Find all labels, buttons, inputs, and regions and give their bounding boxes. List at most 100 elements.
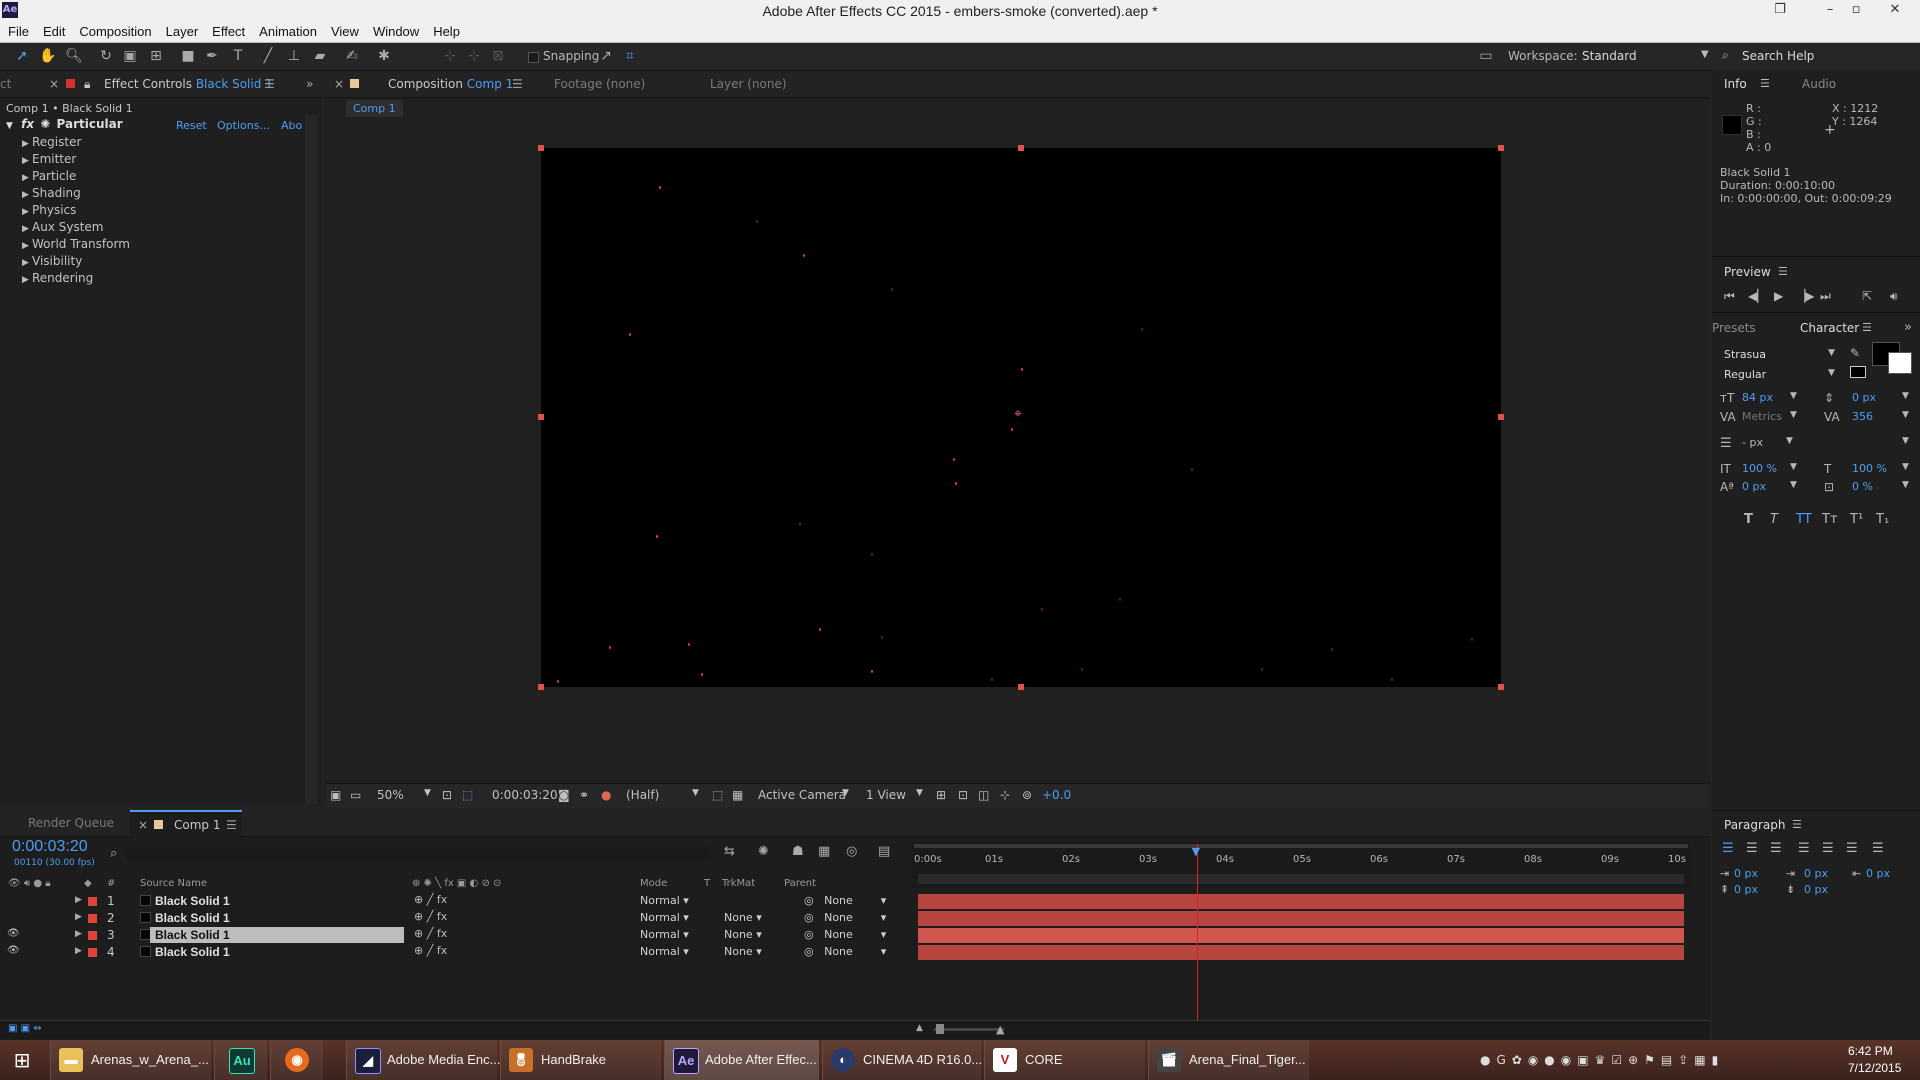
transform-handle[interactable]	[1018, 684, 1024, 690]
close-tab-icon[interactable]: ×	[49, 77, 59, 91]
motion-blur-icon[interactable]: ◎	[846, 844, 857, 859]
layer-row[interactable]: 👁︎ ▶ 4 Black Solid 1 ⊕ ╱ fx Normal ▾ Non…	[0, 944, 912, 961]
chevron-down-icon[interactable]: ▼	[424, 788, 431, 798]
stroke-style-chevron-icon[interactable]: ▼	[1902, 436, 1909, 446]
first-frame-icon[interactable]: ⏮	[1724, 289, 1735, 304]
fit-icon[interactable]: ⊡	[442, 788, 452, 802]
justify-center-icon[interactable]: ☰	[1822, 841, 1834, 856]
timeline-icon[interactable]: ◫	[978, 788, 989, 802]
work-area-bar[interactable]	[914, 844, 1688, 848]
menu-effect[interactable]: Effect	[204, 22, 251, 39]
taskbar-item-cinema4d[interactable]: ◐ CINEMA 4D R16.0...	[822, 1040, 982, 1080]
rotate-tool-icon[interactable]: ↻	[96, 47, 116, 65]
panel-menu-icon[interactable]: ☰	[1760, 77, 1770, 90]
leading-field[interactable]: 0 px	[1852, 391, 1876, 404]
taskbar-item-after-effects[interactable]: Ae Adobe After Effec...	[664, 1040, 819, 1080]
panel-menu-icon[interactable]: ☰	[226, 818, 237, 832]
reset-button[interactable]: Reset	[176, 119, 207, 132]
expand-triangle-icon[interactable]: ▶	[75, 912, 82, 922]
set-black-swatch[interactable]	[1850, 366, 1866, 378]
tsume-field[interactable]: 0 %	[1852, 480, 1873, 493]
expand-icon[interactable]: ▶	[22, 241, 32, 251]
zoom-in-icon[interactable]: ▲	[996, 1023, 1004, 1036]
font-family-select[interactable]: Strasua	[1724, 348, 1766, 361]
view-layout-select[interactable]: 1 View	[866, 788, 906, 802]
eyedropper-icon[interactable]: ✎	[1850, 346, 1860, 360]
layer-duration-bar[interactable]	[918, 894, 1684, 909]
layer-row[interactable]: ▶ 1 Black Solid 1 ⊕ ╱ fx Normal ▾ ◎ None…	[0, 893, 912, 910]
loop-icon[interactable]: ⇱	[1862, 289, 1872, 303]
trkmat-select[interactable]: None ▾	[724, 911, 762, 924]
label-color-icon[interactable]	[88, 948, 97, 957]
transform-handle[interactable]	[538, 145, 544, 151]
tab-render-queue[interactable]: Render Queue	[28, 816, 114, 830]
timeline-search-input[interactable]	[126, 846, 708, 860]
source-name-header[interactable]: Source Name	[140, 878, 207, 889]
menu-window[interactable]: Window	[365, 22, 425, 39]
trkmat-select[interactable]: None ▾	[724, 928, 762, 941]
justify-right-icon[interactable]: ☰	[1846, 841, 1858, 856]
menu-view[interactable]: View	[323, 22, 365, 39]
brush-tool-icon[interactable]: ╱	[258, 47, 278, 65]
snap-features-icon[interactable]: ⌗	[620, 47, 640, 65]
panel-menu-icon[interactable]: ☰	[1778, 265, 1788, 278]
group-emitter[interactable]: ▶ Emitter	[22, 152, 76, 166]
transform-handle[interactable]	[1498, 414, 1504, 420]
eye-icon[interactable]: 👁︎	[7, 928, 20, 939]
type-tool-icon[interactable]: T	[228, 47, 248, 65]
clock-date[interactable]: 7/12/2015	[1848, 1061, 1901, 1075]
system-tray-icons[interactable]: ●G✿◉●◉▣♛☑⊕⚑▤⇪▦▮	[1480, 1053, 1724, 1067]
group-physics[interactable]: ▶ Physics	[22, 203, 76, 217]
taskbar-item-core[interactable]: V CORE	[984, 1040, 1145, 1080]
panel-menu-icon[interactable]: ☰	[512, 77, 523, 91]
lock-icon[interactable]: 🔒︎	[84, 77, 90, 92]
chevron-down-icon[interactable]: ▼	[1902, 391, 1909, 401]
layer-duration-bar[interactable]	[918, 945, 1684, 960]
expand-triangle-icon[interactable]: ▼	[6, 121, 13, 131]
layer-switches-icons[interactable]: ⊕ ╱ fx	[414, 944, 447, 957]
chevron-down-icon[interactable]: ▼	[692, 788, 699, 798]
expand-icon[interactable]: ▶	[22, 258, 32, 268]
close-button[interactable]: ✕	[1878, 0, 1912, 22]
layer-switches-icons[interactable]: ⊕ ╱ fx	[414, 910, 447, 923]
tab-comp[interactable]: × Comp 1 ☰	[130, 810, 242, 838]
layer-name[interactable]: Black Solid 1	[155, 928, 230, 942]
next-frame-icon[interactable]: ▕▶	[1796, 289, 1814, 303]
chevron-down-icon[interactable]: ▼	[916, 788, 923, 798]
faux-bold-icon[interactable]: T	[1744, 512, 1753, 527]
selection-tool-icon[interactable]: ➚	[12, 47, 32, 65]
panel-menu-icon[interactable]: ☰	[264, 77, 275, 91]
group-register[interactable]: ▶ Register	[22, 135, 81, 149]
current-time-indicator[interactable]	[1196, 844, 1198, 1020]
zoom-out-icon[interactable]: ▲	[916, 1023, 923, 1033]
tab-audio[interactable]: Audio	[1802, 77, 1836, 91]
expand-icon[interactable]: ▶	[22, 224, 32, 234]
axis-local-icon[interactable]: ⊹	[440, 47, 460, 65]
indent-first-field[interactable]: 0 px	[1804, 867, 1828, 880]
exposure-value[interactable]: +0.0	[1042, 788, 1071, 802]
windows-start-icon[interactable]: ⊞	[10, 1048, 34, 1072]
axis-world-icon[interactable]: ⊹	[464, 47, 484, 65]
layer-row-selected[interactable]: 👁︎ ▶ 3 Black Solid 1 ⊕ ╱ fx Normal ▾ Non…	[0, 927, 912, 944]
tab-character[interactable]: Character	[1800, 321, 1859, 335]
group-world-transform[interactable]: ▶ World Transform	[22, 237, 130, 251]
axis-view-icon[interactable]: ⊠	[488, 47, 508, 65]
kerning-field[interactable]: Metrics	[1742, 410, 1782, 423]
expand-triangle-icon[interactable]: ▶	[75, 929, 82, 939]
panel-menu-icon[interactable]: ☰	[1792, 818, 1802, 831]
taskbar-item-media-encoder[interactable]: ◢ Adobe Media Enc...	[346, 1040, 500, 1080]
horizontal-scale-field[interactable]: 100 %	[1852, 462, 1887, 475]
eye-icon[interactable]: 👁︎	[7, 945, 20, 956]
fx-icon[interactable]: fx	[21, 117, 34, 131]
group-rendering[interactable]: ▶ Rendering	[22, 271, 93, 285]
vertical-scale-field[interactable]: 100 %	[1742, 462, 1777, 475]
tab-composition[interactable]: Composition Comp 1	[388, 77, 513, 91]
taskbar-item-handbrake[interactable]: 🍍︎ HandBrake	[500, 1040, 661, 1080]
taskbar-item-folder[interactable]: ▬ Arenas_w_Arena_...	[50, 1040, 211, 1080]
flowchart-icon[interactable]: ⊹	[1000, 788, 1010, 802]
tab-project[interactable]: ct	[0, 77, 11, 91]
shy-layers-icon[interactable]: ☗	[792, 844, 804, 859]
layer-switches-icons[interactable]: ⊕ ╱ fx	[414, 927, 447, 940]
about-button[interactable]: Abo	[281, 119, 302, 132]
trkmat-select[interactable]: None ▾	[724, 945, 762, 958]
